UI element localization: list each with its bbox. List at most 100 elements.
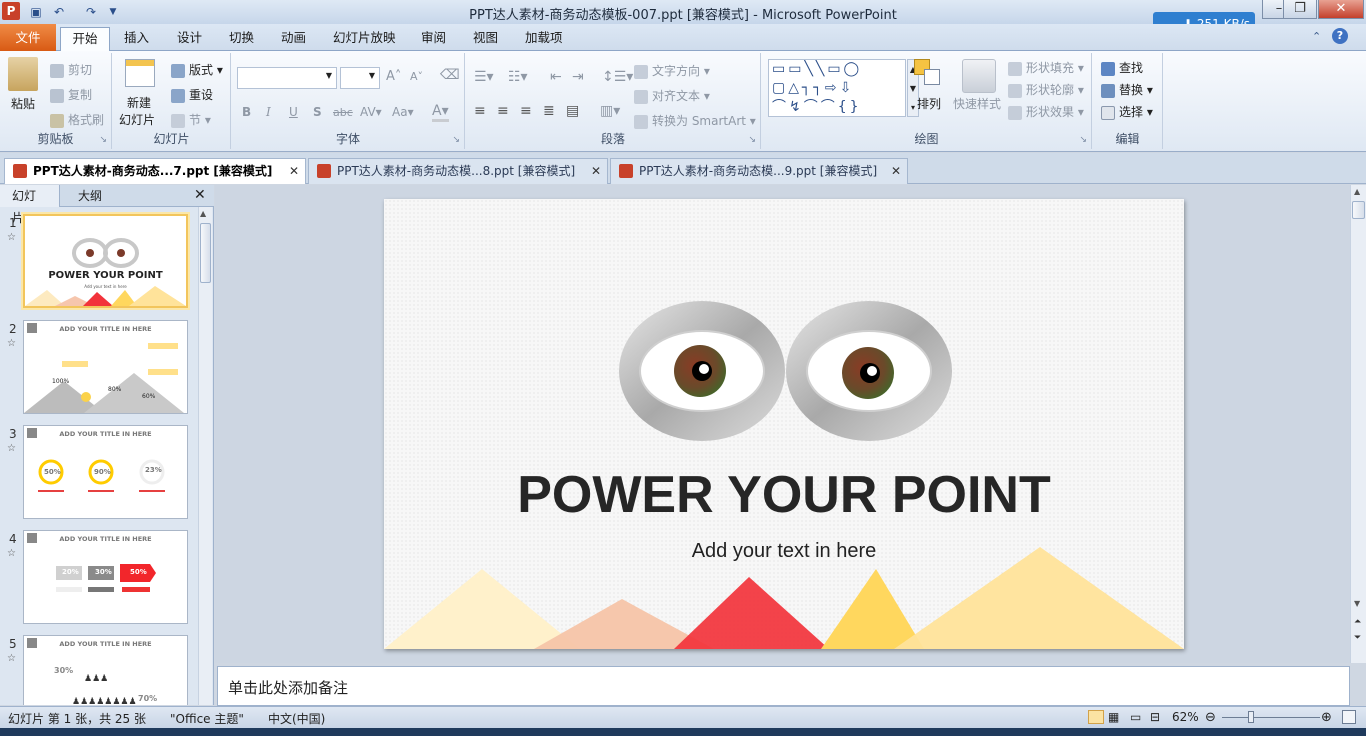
tab-review[interactable]: 审阅 xyxy=(409,27,458,51)
tab-home[interactable]: 开始 xyxy=(60,27,110,51)
grow-font-button[interactable]: A˄ xyxy=(386,69,401,84)
slideshow-icon[interactable]: ⊟ xyxy=(1150,710,1160,724)
align-left-icon[interactable]: ≡ xyxy=(474,103,486,119)
scroll-down-icon[interactable]: ▼ xyxy=(1354,599,1360,608)
font-size-combo[interactable]: ▼ xyxy=(340,67,380,89)
notes-placeholder[interactable]: 单击此处添加备注 xyxy=(228,677,348,698)
change-case-button[interactable]: Aa▾ xyxy=(392,105,414,119)
italic-button[interactable]: I xyxy=(266,105,271,119)
reset-button[interactable]: 重设 xyxy=(171,86,213,103)
slide-thumbnail-row[interactable]: 5 ☆ ADD YOUR TITLE IN HERE ♟♟♟ ♟♟♟♟♟♟♟♟ … xyxy=(0,635,200,705)
slide-title[interactable]: POWER YOUR POINT xyxy=(384,465,1184,525)
editor-scrollbar[interactable]: ▲ ▼ ⏶ ⏷ xyxy=(1350,185,1366,663)
shrink-font-button[interactable]: A˅ xyxy=(410,70,423,83)
new-slide-label-1[interactable]: 新建 xyxy=(127,94,151,111)
layout-button[interactable]: 版式 ▾ xyxy=(171,61,223,78)
zoom-out-icon[interactable]: ⊖ xyxy=(1205,710,1216,725)
slide-thumbnail-row[interactable]: 4 ☆ ADD YOUR TITLE IN HERE 20% 30% 50% xyxy=(0,530,200,630)
tab-animations[interactable]: 动画 xyxy=(269,27,318,51)
char-spacing-button[interactable]: AV▾ xyxy=(360,105,382,119)
slide-canvas[interactable]: POWER YOUR POINT Add your text in here xyxy=(384,199,1184,649)
fit-to-window-icon[interactable] xyxy=(1342,710,1356,724)
tab-outline[interactable]: 大纲 xyxy=(66,185,114,207)
scroll-thumb[interactable] xyxy=(200,223,211,283)
close-tab-icon[interactable]: ✕ xyxy=(891,159,901,183)
doc-tab-2[interactable]: PPT达人素材-商务动态模...8.ppt [兼容模式] ✕ xyxy=(308,158,608,184)
scroll-up-icon[interactable]: ▲ xyxy=(1354,187,1360,196)
reading-view-icon[interactable]: ▭ xyxy=(1130,710,1141,724)
quick-styles-icon[interactable] xyxy=(962,59,996,93)
section-button[interactable]: 节 ▾ xyxy=(171,111,211,128)
new-slide-icon[interactable] xyxy=(125,59,155,87)
help-icon[interactable]: ? xyxy=(1332,28,1348,44)
select-button[interactable]: 选择 ▾ xyxy=(1101,103,1153,120)
font-color-button[interactable]: A▾ xyxy=(432,103,449,122)
panel-scrollbar[interactable]: ▲ xyxy=(198,207,212,705)
align-right-icon[interactable]: ≡ xyxy=(520,103,532,119)
tab-slideshow[interactable]: 幻灯片放映 xyxy=(321,27,408,51)
zoom-slider[interactable] xyxy=(1222,717,1320,718)
numbering-icon[interactable]: ☷▾ xyxy=(508,69,528,85)
shape-effects-button[interactable]: 形状效果 ▾ xyxy=(1008,103,1084,120)
slide-thumbnail[interactable]: ADD YOUR TITLE IN HERE 20% 30% 50% xyxy=(23,530,188,624)
previous-slide-icon[interactable]: ⏶ xyxy=(1354,617,1361,627)
tab-slides[interactable]: 幻灯片 xyxy=(0,185,60,225)
copy-button[interactable]: 复制 xyxy=(50,86,92,103)
scroll-up-icon[interactable]: ▲ xyxy=(200,209,206,218)
close-tab-icon[interactable]: ✕ xyxy=(591,159,601,183)
shape-outline-button[interactable]: 形状轮廓 ▾ xyxy=(1008,81,1084,98)
tab-addins[interactable]: 加载项 xyxy=(513,27,575,51)
slide-thumbnail-row[interactable]: 3 ☆ ADD YOUR TITLE IN HERE 50% 90% 23% xyxy=(0,425,200,525)
slide-thumbnail[interactable]: ADD YOUR TITLE IN HERE ♟♟♟ ♟♟♟♟♟♟♟♟ 30% … xyxy=(23,635,188,705)
slide-thumbnail[interactable]: ADD YOUR TITLE IN HERE 50% 90% 23% xyxy=(23,425,188,519)
underline-button[interactable]: U xyxy=(289,105,298,119)
scroll-thumb[interactable] xyxy=(1352,201,1365,219)
align-text-button[interactable]: 对齐文本 ▾ xyxy=(634,87,710,104)
bullets-icon[interactable]: ☰▾ xyxy=(474,69,494,85)
dialog-launcher-icon[interactable]: ↘ xyxy=(99,135,107,145)
zoom-level[interactable]: 62% xyxy=(1172,710,1199,724)
next-slide-icon[interactable]: ⏷ xyxy=(1354,633,1361,643)
slide-thumbnail-row[interactable]: 2 ☆ ADD YOUR TITLE IN HERE 100% 80% 60% xyxy=(0,320,200,420)
bold-button[interactable]: B xyxy=(242,105,251,119)
arrange-button[interactable]: 排列 xyxy=(917,95,941,112)
doc-tab-3[interactable]: PPT达人素材-商务动态模...9.ppt [兼容模式] ✕ xyxy=(610,158,908,184)
close-tab-icon[interactable]: ✕ xyxy=(289,159,299,183)
clear-format-icon[interactable]: ⌫ xyxy=(440,67,460,83)
replace-button[interactable]: 替换 ▾ xyxy=(1101,81,1153,98)
restore-button[interactable]: ❐ xyxy=(1283,0,1317,19)
strikethrough-button[interactable]: abc xyxy=(333,106,353,119)
line-spacing-icon[interactable]: ↕☰▾ xyxy=(602,69,633,85)
slide-thumbnail[interactable]: ADD YOUR TITLE IN HERE 100% 80% 60% xyxy=(23,320,188,414)
shapes-gallery[interactable]: ▭▭╲╲▭◯ ▢△┐┐⇨⇩ ⌒↯⌒⌒{} xyxy=(768,59,906,117)
zoom-slider-thumb[interactable] xyxy=(1248,711,1254,723)
cut-button[interactable]: 剪切 xyxy=(50,61,92,78)
normal-view-icon[interactable] xyxy=(1088,710,1104,724)
slide-sorter-icon[interactable]: ▦ xyxy=(1108,710,1119,724)
shape-fill-button[interactable]: 形状填充 ▾ xyxy=(1008,59,1084,76)
dialog-launcher-icon[interactable]: ↘ xyxy=(452,135,460,145)
font-family-combo[interactable]: ▼ xyxy=(237,67,337,89)
shadow-button[interactable]: S xyxy=(313,105,322,119)
paste-icon[interactable] xyxy=(8,57,38,91)
tab-file[interactable]: 文件 xyxy=(0,24,56,51)
format-painter-button[interactable]: 格式刷 xyxy=(50,111,104,128)
slide-subtitle[interactable]: Add your text in here xyxy=(384,540,1184,563)
close-panel-icon[interactable]: ✕ xyxy=(194,187,206,203)
smartart-button[interactable]: 转换为 SmartArt ▾ xyxy=(634,112,756,129)
tab-view[interactable]: 视图 xyxy=(461,27,510,51)
justify-icon[interactable]: ≣ xyxy=(543,103,555,119)
dialog-launcher-icon[interactable]: ↘ xyxy=(1079,135,1087,145)
columns-icon[interactable]: ▥▾ xyxy=(600,103,620,119)
theme-status[interactable]: "Office 主题" xyxy=(170,710,244,727)
language-status[interactable]: 中文(中国) xyxy=(268,710,325,727)
zoom-in-icon[interactable]: ⊕ xyxy=(1321,710,1332,725)
paste-button[interactable]: 粘贴 xyxy=(11,95,35,112)
increase-indent-icon[interactable]: ⇥ xyxy=(572,69,584,85)
slide-thumbnail-row[interactable]: 1 ☆ POWER YOUR POINT Add your text in he… xyxy=(0,214,200,314)
text-direction-button[interactable]: 文字方向 ▾ xyxy=(634,62,710,79)
close-button[interactable]: ✕ xyxy=(1318,0,1364,19)
notes-pane[interactable]: 单击此处添加备注 xyxy=(217,666,1350,706)
align-center-icon[interactable]: ≡ xyxy=(497,103,509,119)
find-button[interactable]: 查找 xyxy=(1101,59,1143,76)
